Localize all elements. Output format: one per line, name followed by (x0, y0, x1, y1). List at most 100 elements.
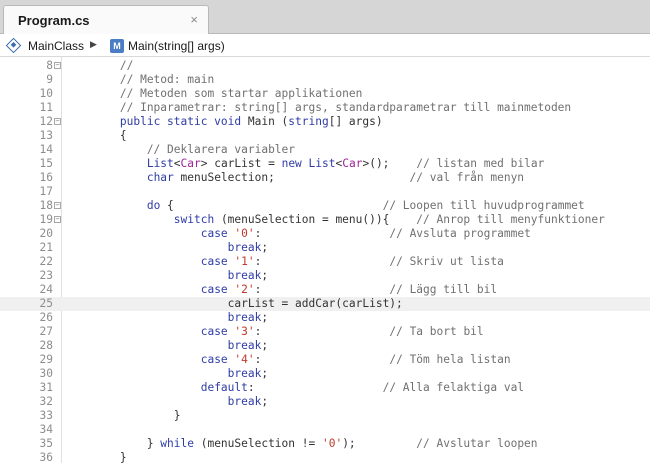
line-number: 20 (39, 227, 53, 240)
code-line[interactable]: 29 case '4': // Töm hela listan (0, 353, 650, 367)
code-line[interactable]: 25 carList = addCar(carList); (0, 297, 650, 311)
code-token: case (200, 255, 228, 268)
code-token: < (173, 157, 181, 170)
code-token: // Alla felaktiga val (382, 381, 525, 394)
fold-icon[interactable]: − (54, 118, 61, 125)
code-token: // val från menyn (409, 171, 525, 184)
code-token: : (254, 325, 390, 338)
code-text: default: // Alla felaktiga val (66, 381, 524, 395)
code-line[interactable]: 18− do { // Loopen till huvudprogrammet (0, 199, 650, 213)
code-line[interactable]: 17 (0, 185, 650, 199)
code-token: Car (180, 157, 201, 170)
line-number: 36 (39, 451, 53, 463)
code-line[interactable]: 8− // (0, 59, 650, 73)
code-token: [] args) (328, 115, 383, 128)
code-token: : (254, 353, 390, 366)
code-token: '0' (321, 437, 343, 450)
code-token: ; (261, 311, 269, 324)
code-token: Main ( (241, 115, 289, 128)
line-number: 28 (39, 339, 53, 352)
tab-title: Program.cs (18, 13, 90, 28)
code-line[interactable]: 24 case '2': // Lägg till bil (0, 283, 650, 297)
line-number: 32 (39, 395, 53, 408)
fold-icon[interactable]: − (54, 216, 61, 223)
line-number: 30 (39, 367, 53, 380)
code-token: while (160, 437, 194, 450)
code-line[interactable]: 28 break; (0, 339, 650, 353)
code-token: public static void (119, 115, 242, 128)
breadcrumb: MainClass ▶ M Main(string[] args) (0, 34, 650, 57)
code-token: List (146, 157, 174, 170)
line-number: 33 (39, 409, 53, 422)
code-line[interactable]: 27 case '3': // Ta bort bil (0, 325, 650, 339)
code-token: // Avsluta programmet (389, 227, 531, 240)
code-token: break (227, 241, 262, 254)
code-line[interactable]: 32 break; (0, 395, 650, 409)
code-token: case (200, 353, 228, 366)
code-token: : (254, 283, 390, 296)
code-line[interactable]: 34 (0, 423, 650, 437)
code-line[interactable]: 33 } (0, 409, 650, 423)
code-token: // Skriv ut lista (389, 255, 504, 268)
code-text: case '0': // Avsluta programmet (66, 227, 531, 241)
code-token: string (288, 115, 329, 128)
code-text: case '1': // Skriv ut lista (66, 255, 504, 269)
code-token: >(); (362, 157, 417, 170)
code-line[interactable]: 14 // Deklarera variabler (0, 143, 650, 157)
code-line[interactable]: 21 break; (0, 241, 650, 255)
code-text: break; (66, 339, 268, 353)
code-line[interactable]: 19− switch (menuSelection = menu()){ // … (0, 213, 650, 227)
code-token: ); (342, 437, 417, 450)
code-token: // Inparametrar: string[] args, standard… (66, 101, 572, 114)
code-line[interactable]: 9 // Metod: main (0, 73, 650, 87)
code-text: // Metod: main (66, 73, 214, 87)
code-line[interactable]: 31 default: // Alla felaktiga val (0, 381, 650, 395)
code-token: char (146, 171, 174, 184)
code-token: // Lägg till bil (389, 283, 498, 296)
code-line[interactable]: 13 { (0, 129, 650, 143)
line-number: 8 (46, 59, 53, 72)
line-number: 23 (39, 269, 53, 282)
code-line[interactable]: 22 case '1': // Skriv ut lista (0, 255, 650, 269)
code-line[interactable]: 11 // Inparametrar: string[] args, stand… (0, 101, 650, 115)
line-number: 10 (39, 87, 53, 100)
code-token: // Deklarera variabler (66, 143, 296, 156)
code-line[interactable]: 10 // Metoden som startar applikationen (0, 87, 650, 101)
code-token: '4' (234, 353, 255, 366)
fold-icon[interactable]: − (54, 62, 61, 69)
code-line[interactable]: 12− public static void Main (string[] ar… (0, 115, 650, 129)
line-number: 22 (39, 255, 53, 268)
code-line[interactable]: 23 break; (0, 269, 650, 283)
code-line[interactable]: 16 char menuSelection; // val från menyn (0, 171, 650, 185)
breadcrumb-method[interactable]: Main(string[] args) (128, 39, 225, 53)
code-token: '3' (234, 325, 255, 338)
line-number: 26 (39, 311, 53, 324)
breadcrumb-class[interactable]: MainClass (28, 39, 84, 53)
code-text: break; (66, 241, 268, 255)
code-token: break (227, 311, 262, 324)
code-line[interactable]: 36 } (0, 451, 650, 463)
code-text: } (66, 409, 181, 423)
code-line[interactable]: 15 List<Car> carList = new List<Car>(); … (0, 157, 650, 171)
code-token: { (160, 199, 383, 212)
code-line[interactable]: 20 case '0': // Avsluta programmet (0, 227, 650, 241)
code-editor[interactable]: 8− //9 // Metod: main 10 // Metoden som s… (0, 57, 650, 463)
code-line[interactable]: 35 } while (menuSelection != '0'); // Av… (0, 437, 650, 451)
code-line[interactable]: 26 break; (0, 311, 650, 325)
line-number: 17 (39, 185, 53, 198)
code-line[interactable]: 30 break; (0, 367, 650, 381)
close-icon[interactable]: × (190, 12, 198, 27)
code-text: } (66, 451, 127, 463)
tab-program-cs[interactable]: Program.cs × (3, 5, 209, 35)
line-number: 13 (39, 129, 53, 142)
fold-icon[interactable]: − (54, 202, 61, 209)
code-token: // Töm hela listan (389, 353, 511, 366)
code-token: case (200, 325, 228, 338)
